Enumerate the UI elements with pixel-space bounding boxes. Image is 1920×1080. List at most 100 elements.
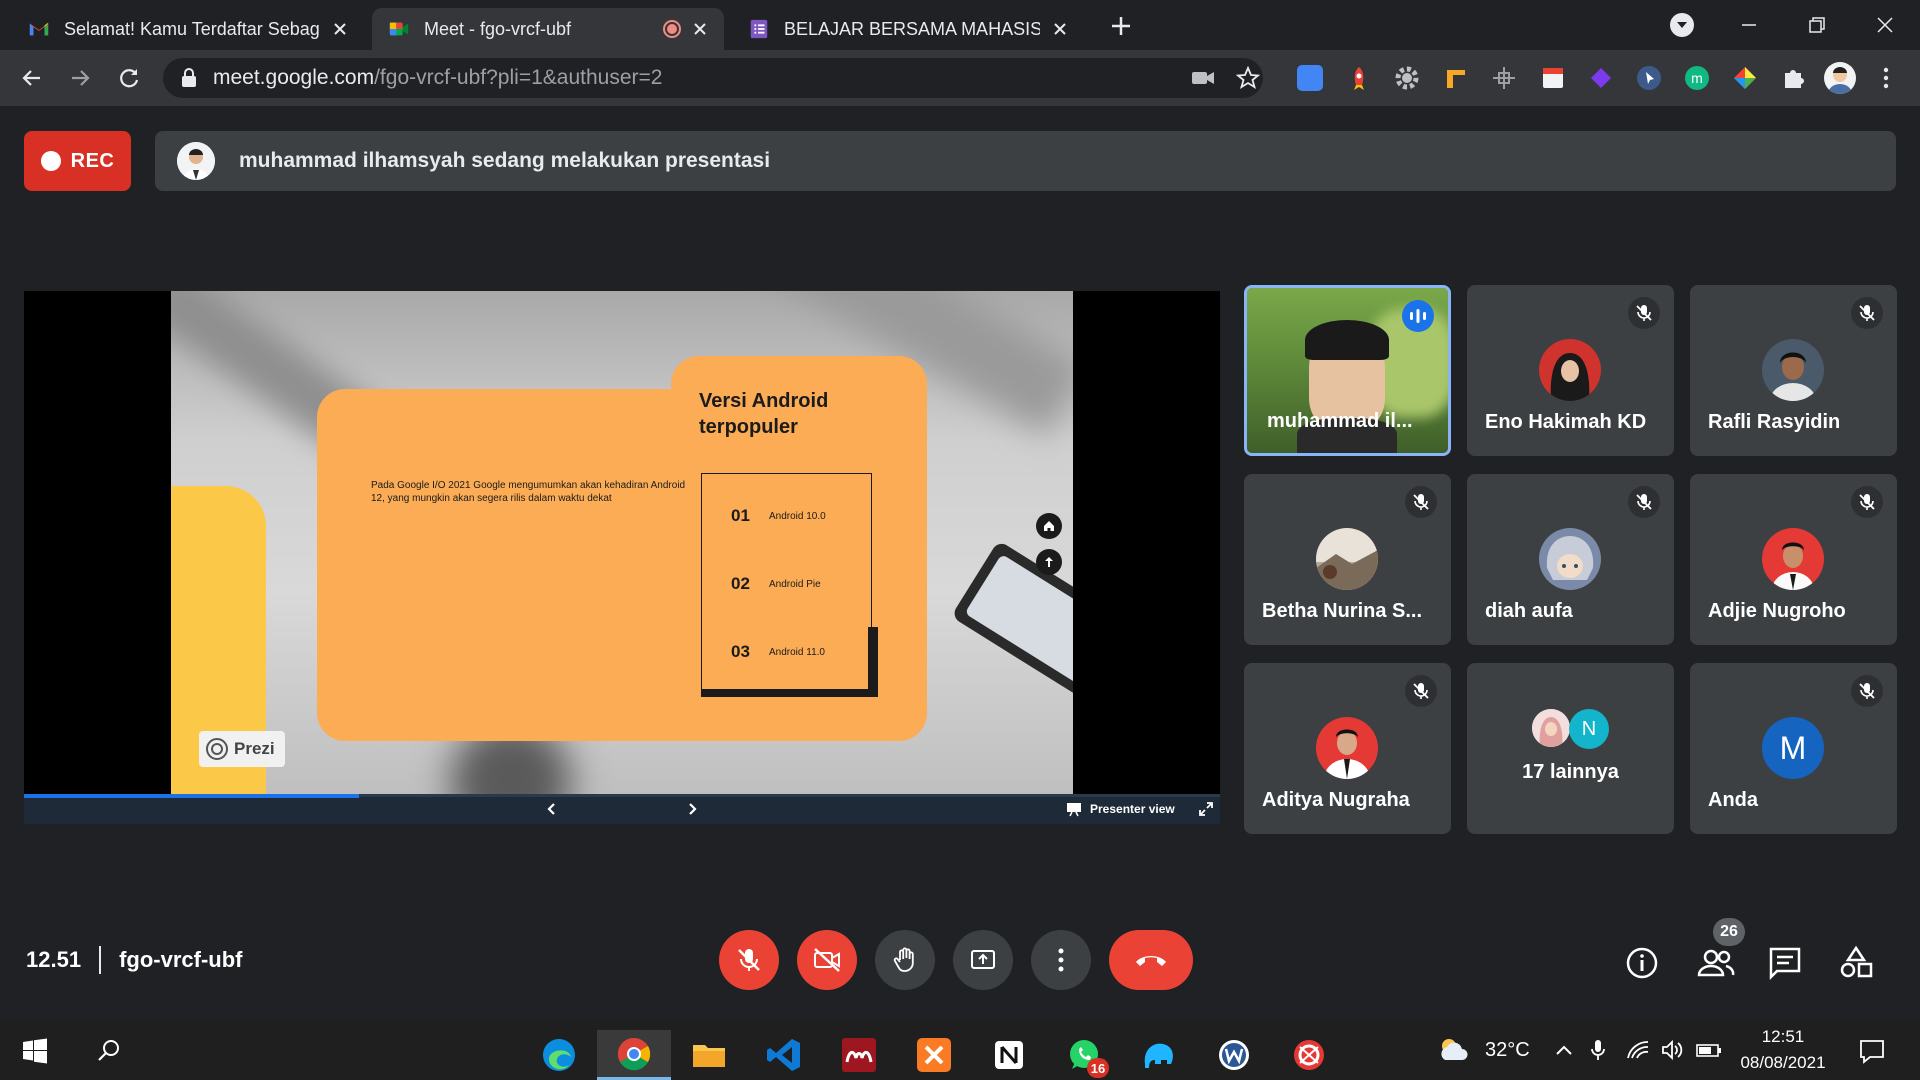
calendar-extension-icon[interactable] [1540, 65, 1566, 91]
taskbar-mendeley[interactable] [822, 1030, 896, 1080]
participant-name: Adjie Nugroho [1708, 600, 1846, 622]
participant-tile[interactable]: muhammad il... [1244, 285, 1451, 456]
participant-tile[interactable]: Eno Hakimah KD [1467, 285, 1674, 456]
taskbar-edge[interactable] [522, 1030, 596, 1080]
self-tile[interactable]: M Anda [1690, 663, 1897, 834]
back-button[interactable] [16, 62, 48, 94]
list-item-number: 01 [731, 506, 750, 525]
participant-tile[interactable]: Aditya Nugraha [1244, 663, 1451, 834]
participant-avatar [1532, 709, 1570, 747]
taskbar-file-explorer[interactable] [672, 1030, 746, 1080]
raise-hand-button[interactable] [875, 930, 935, 990]
tab-gmail[interactable]: Selamat! Kamu Terdaftar Sebagai [12, 8, 364, 50]
settings-extension-icon[interactable] [1394, 65, 1420, 91]
search-icon[interactable] [96, 1038, 122, 1064]
xampp-icon [917, 1038, 951, 1072]
participant-name: Aditya Nugraha [1262, 789, 1410, 811]
extensions-puzzle-icon[interactable] [1780, 65, 1806, 91]
person-icon [177, 142, 215, 180]
translate-extension-icon[interactable] [1297, 65, 1323, 91]
fullscreen-icon[interactable] [1198, 801, 1214, 817]
reload-button[interactable] [113, 62, 145, 94]
rocket-extension-icon[interactable] [1346, 65, 1372, 91]
participant-tile[interactable]: Rafli Rasyidin [1690, 285, 1897, 456]
mic-toggle-button[interactable] [719, 930, 779, 990]
meeting-info-button[interactable] [1624, 945, 1660, 981]
participant-avatar [1762, 528, 1824, 590]
wifi-icon[interactable] [1626, 1038, 1650, 1062]
crosshair-extension-icon[interactable] [1491, 65, 1517, 91]
notification-center-icon[interactable] [1858, 1038, 1886, 1064]
presenter-view-button[interactable]: Presenter view [1066, 801, 1175, 817]
volume-icon[interactable] [1660, 1038, 1684, 1062]
camera-toggle-button[interactable] [797, 930, 857, 990]
lock-icon [182, 68, 196, 87]
windows-start-icon[interactable] [22, 1038, 48, 1064]
slide-up-button[interactable] [1036, 549, 1062, 575]
previous-slide-icon[interactable] [544, 801, 560, 817]
close-icon[interactable] [690, 19, 710, 39]
camera-in-use-icon[interactable] [1191, 67, 1215, 89]
more-options-button[interactable] [1031, 930, 1091, 990]
taskbar-whatsapp[interactable]: 16 [1047, 1030, 1121, 1080]
battery-icon[interactable] [1696, 1040, 1722, 1060]
leave-call-button[interactable] [1109, 930, 1193, 990]
present-now-button[interactable] [953, 930, 1013, 990]
presenter-avatar [177, 142, 215, 180]
close-icon[interactable] [330, 19, 350, 39]
tab-search-icon[interactable] [1668, 11, 1696, 39]
next-slide-icon[interactable] [684, 801, 700, 817]
people-button[interactable] [1696, 945, 1736, 981]
chat-button[interactable] [1767, 945, 1803, 981]
bookmark-star-icon[interactable] [1236, 66, 1260, 90]
chat-icon [1769, 947, 1801, 981]
presenter-view-label: Presenter view [1090, 802, 1175, 816]
diamond-extension-icon[interactable] [1588, 65, 1614, 91]
forms-icon [750, 19, 768, 39]
window-close-icon[interactable] [1872, 12, 1898, 38]
activities-button[interactable] [1838, 945, 1874, 981]
address-bar[interactable]: meet.google.com/fgo-vrcf-ubf?pli=1&authu… [163, 58, 1263, 98]
tab-meet[interactable]: Meet - fgo-vrcf-ubf [372, 8, 724, 50]
browser-menu-icon[interactable] [1878, 65, 1894, 91]
url-path: /fgo-vrcf-ubf?pli=1&authuser=2 [374, 66, 663, 89]
slide-home-button[interactable] [1036, 513, 1062, 539]
colorpicker-extension-icon[interactable] [1732, 65, 1758, 91]
taskbar-notion[interactable] [972, 1030, 1046, 1080]
ruler-extension-icon[interactable] [1443, 65, 1469, 91]
participant-tile[interactable]: diah aufa [1467, 474, 1674, 645]
folder-icon [693, 1045, 725, 1067]
taskbar-teams-app[interactable] [1122, 1030, 1196, 1080]
participant-tile[interactable]: Adjie Nugroho [1690, 474, 1897, 645]
participant-name: Rafli Rasyidin [1708, 411, 1841, 433]
slide-title-line: Versi Android [699, 390, 829, 412]
tab-forms[interactable]: BELAJAR BERSAMA MAHASISWA [732, 8, 1084, 50]
participant-avatar [1316, 528, 1378, 590]
slide-title-line: terpopuler [699, 416, 798, 438]
new-tab-icon[interactable] [1107, 12, 1135, 40]
system-clock[interactable]: 12:51 08/08/2021 [1732, 1024, 1834, 1076]
taskbar-vscode[interactable] [747, 1030, 821, 1080]
profile-avatar[interactable] [1824, 62, 1856, 94]
taskbar-word[interactable] [1197, 1030, 1271, 1080]
progress-fill [24, 794, 359, 798]
forward-button[interactable] [64, 62, 96, 94]
minimize-icon[interactable] [1736, 12, 1762, 38]
weather-icon[interactable] [1437, 1034, 1471, 1064]
restore-icon[interactable] [1804, 12, 1830, 38]
chrome-icon [617, 1037, 651, 1070]
taskbar-xampp[interactable] [897, 1030, 971, 1080]
m-extension-icon[interactable]: m [1684, 65, 1710, 91]
activities-icon [1840, 945, 1873, 978]
others-tile[interactable]: N 17 lainnya [1467, 663, 1674, 834]
tab-title: Selamat! Kamu Terdaftar Sebagai [64, 18, 320, 39]
chevron-up-icon[interactable] [1554, 1042, 1574, 1058]
back-arrow-icon [22, 70, 40, 86]
muted-indicator [1851, 297, 1883, 329]
taskbar-screen-recorder[interactable] [1272, 1030, 1346, 1080]
close-icon[interactable] [1050, 19, 1070, 39]
microphone-icon[interactable] [1588, 1038, 1608, 1062]
taskbar-chrome[interactable] [597, 1030, 671, 1080]
cursor-extension-icon[interactable] [1636, 65, 1662, 91]
participant-tile[interactable]: Betha Nurina S... [1244, 474, 1451, 645]
